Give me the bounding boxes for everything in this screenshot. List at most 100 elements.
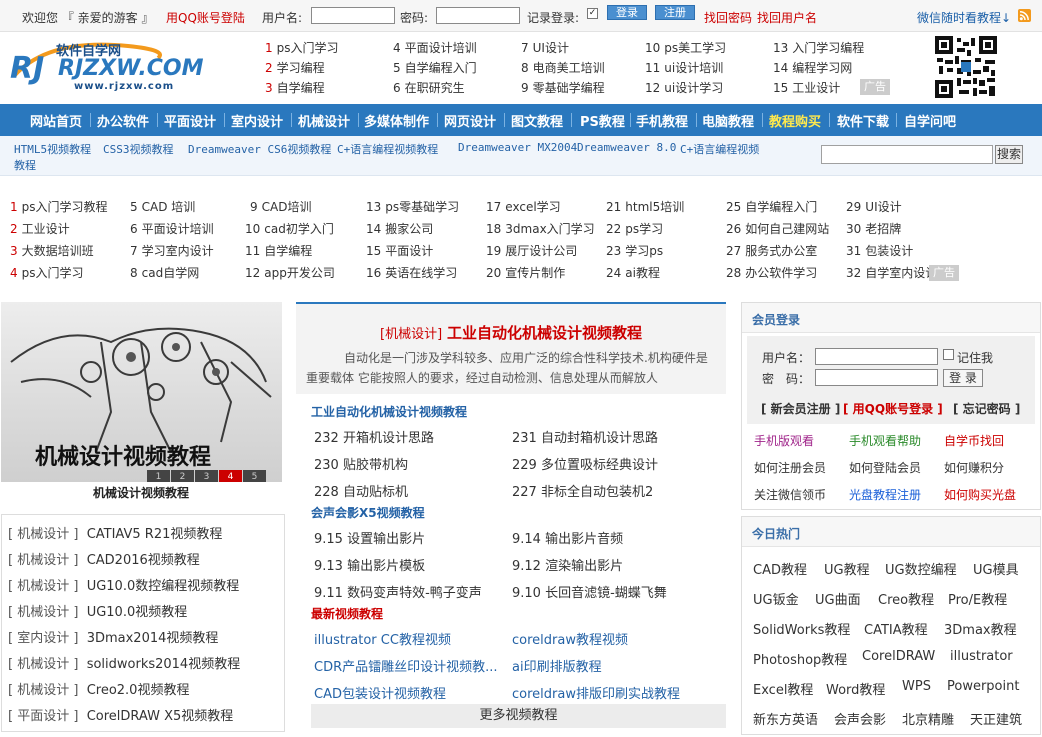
video-link[interactable]: 231 自动封箱机设计思路	[512, 427, 658, 446]
help-link[interactable]: 关注微信领币	[754, 486, 826, 503]
category-item[interactable]: [ 机械设计 ] solidworks2014视频教程	[8, 653, 240, 672]
rank-item[interactable]: 24 ai教程	[606, 264, 660, 281]
rank-item[interactable]: 8 cad自学网	[130, 264, 199, 281]
help-link[interactable]: 手机版观看	[754, 432, 814, 449]
help-link[interactable]: 光盘教程注册	[849, 486, 921, 503]
more-videos-button[interactable]: 更多视频教程	[311, 704, 726, 728]
hot-link[interactable]: 北京精雕	[902, 709, 954, 728]
nav-item[interactable]: 机械设计	[298, 111, 350, 130]
rank-item[interactable]: 23 学习ps	[606, 242, 663, 259]
header-link[interactable]: 3 自学编程	[265, 79, 325, 96]
video-link[interactable]: ai印刷排版教程	[512, 656, 602, 675]
rank-item[interactable]: 9 CAD培训	[250, 198, 311, 215]
member-login-button[interactable]: 登 录	[943, 369, 983, 387]
slide-dot[interactable]: 3	[195, 470, 218, 482]
slide-dot[interactable]: 2	[171, 470, 194, 482]
hot-link[interactable]: 3Dmax教程	[944, 619, 1017, 638]
header-link[interactable]: 9 零基础学编程	[521, 79, 605, 96]
rank-item[interactable]: 2 工业设计	[10, 220, 70, 237]
nav-item[interactable]: 室内设计	[231, 111, 283, 130]
remember-checkbox[interactable]: ✓	[587, 8, 598, 19]
nav-item[interactable]: 自学问吧	[904, 111, 956, 130]
nav-item-highlight[interactable]: 教程购买	[769, 111, 821, 130]
category-item[interactable]: [ 机械设计 ] CATIAV5 R21视频教程	[8, 523, 222, 542]
header-link[interactable]: 14 编程学习网	[773, 59, 852, 76]
header-link[interactable]: 2 学习编程	[265, 59, 325, 76]
video-link[interactable]: CAD包装设计视频教程	[314, 683, 446, 702]
rank-item[interactable]: 12 app开发公司	[245, 264, 335, 281]
help-link[interactable]: 如何赚积分	[944, 459, 1004, 476]
video-link[interactable]: CDR产品镭雕丝印设计视频教...	[314, 656, 498, 675]
header-link[interactable]: 10 ps美工学习	[645, 39, 726, 56]
subnav-link[interactable]: HTML5视频教程	[14, 141, 91, 157]
video-link[interactable]: illustrator CC教程视频	[314, 629, 451, 648]
username-input[interactable]	[311, 7, 395, 24]
subnav-link[interactable]: Dreamweaver CS6视频教程	[188, 141, 331, 157]
category-item[interactable]: [ 室内设计 ] 3Dmax2014视频教程	[8, 627, 218, 646]
hot-link[interactable]: UG教程	[824, 559, 870, 578]
hot-link[interactable]: 新东方英语	[753, 709, 818, 728]
header-link[interactable]: 7 UI设计	[521, 39, 569, 56]
subnav-link[interactable]: 教程	[14, 157, 36, 173]
rank-item[interactable]: 13 ps零基础学习	[366, 198, 459, 215]
video-link[interactable]: 9.15 设置输出影片	[314, 528, 425, 547]
hot-link[interactable]: Word教程	[826, 679, 885, 698]
slide-dot[interactable]: 5	[243, 470, 266, 482]
qq-login-link[interactable]: [ 用QQ账号登录 ]	[843, 400, 943, 417]
header-link[interactable]: 1 ps入门学习	[265, 39, 339, 56]
password-input[interactable]	[436, 7, 520, 24]
nav-item[interactable]: 手机教程	[636, 111, 688, 130]
hot-link[interactable]: 天正建筑	[970, 709, 1022, 728]
video-link[interactable]: 9.13 输出影片模板	[314, 555, 425, 574]
rank-item[interactable]: 14 搬家公司	[366, 220, 433, 237]
subnav-link[interactable]: C+语言编程视频教程	[337, 141, 438, 157]
subnav-link[interactable]: Dreamweaver 8.0	[577, 141, 676, 154]
rank-item[interactable]: 17 excel学习	[486, 198, 561, 215]
rank-item[interactable]: 3 大数据培训班	[10, 242, 94, 259]
rank-item[interactable]: 6 平面设计培训	[130, 220, 214, 237]
hot-link[interactable]: Creo教程	[878, 589, 934, 608]
rank-item[interactable]: 5 CAD 培训	[130, 198, 195, 215]
subnav-link[interactable]: C+语言编程视频	[680, 141, 759, 157]
subnav-link[interactable]: Dreamweaver MX2004	[458, 141, 577, 154]
hot-link[interactable]: SolidWorks教程	[753, 619, 850, 638]
hot-link[interactable]: UG数控编程	[885, 559, 957, 578]
login-button[interactable]: 登录	[607, 5, 647, 20]
rank-item[interactable]: 7 学习室内设计	[130, 242, 214, 259]
rank-item[interactable]: 26 如何自己建网站	[726, 220, 829, 237]
site-logo[interactable]: RJ 软件自学网 RJZXW.COM www.rjzxw.com	[8, 36, 204, 98]
header-link[interactable]: 15 工业设计	[773, 79, 840, 96]
nav-item[interactable]: PS教程	[580, 111, 625, 130]
hot-link[interactable]: Photoshop教程	[753, 649, 847, 668]
member-password-input[interactable]	[815, 369, 938, 386]
rank-item[interactable]: 20 宣传片制作	[486, 264, 565, 281]
rank-item[interactable]: 28 办公软件学习	[726, 264, 817, 281]
hot-link[interactable]: UG曲面	[815, 589, 861, 608]
nav-item[interactable]: 办公软件	[97, 111, 149, 130]
header-link[interactable]: 11 ui设计培训	[645, 59, 723, 76]
search-input[interactable]	[821, 145, 993, 164]
find-password-link[interactable]: 找回密码	[704, 9, 752, 26]
hot-link[interactable]: 会声会影	[834, 709, 886, 728]
rank-item[interactable]: 32 自学室内设计	[846, 264, 937, 281]
nav-item[interactable]: 电脑教程	[702, 111, 754, 130]
member-username-input[interactable]	[815, 348, 938, 365]
video-link[interactable]: 9.14 输出影片音频	[512, 528, 623, 547]
video-link[interactable]: 229 多位置吸标经典设计	[512, 454, 658, 473]
section-heading[interactable]: 会声会影X5视频教程	[311, 504, 425, 521]
find-username-link[interactable]: 找回用户名	[757, 9, 817, 26]
rank-item[interactable]: 1 ps入门学习教程	[10, 198, 108, 215]
nav-item[interactable]: 平面设计	[164, 111, 216, 130]
hot-link[interactable]: WPS	[902, 679, 931, 694]
rank-item[interactable]: 19 展厅设计公司	[486, 242, 577, 259]
category-item[interactable]: [ 机械设计 ] UG10.0视频教程	[8, 601, 187, 620]
video-link[interactable]: 9.12 渲染输出影片	[512, 555, 623, 574]
video-link[interactable]: coreldraw排版印刷实战教程	[512, 683, 680, 702]
category-item[interactable]: [ 机械设计 ] CAD2016视频教程	[8, 549, 200, 568]
slide-dot-active[interactable]: 4	[219, 470, 242, 482]
rank-item[interactable]: 31 包装设计	[846, 242, 913, 259]
hot-link[interactable]: Powerpoint	[947, 679, 1019, 694]
rank-item[interactable]: 21 html5培训	[606, 198, 684, 215]
hot-link[interactable]: UG钣金	[753, 589, 799, 608]
rank-item[interactable]: 16 英语在线学习	[366, 264, 457, 281]
